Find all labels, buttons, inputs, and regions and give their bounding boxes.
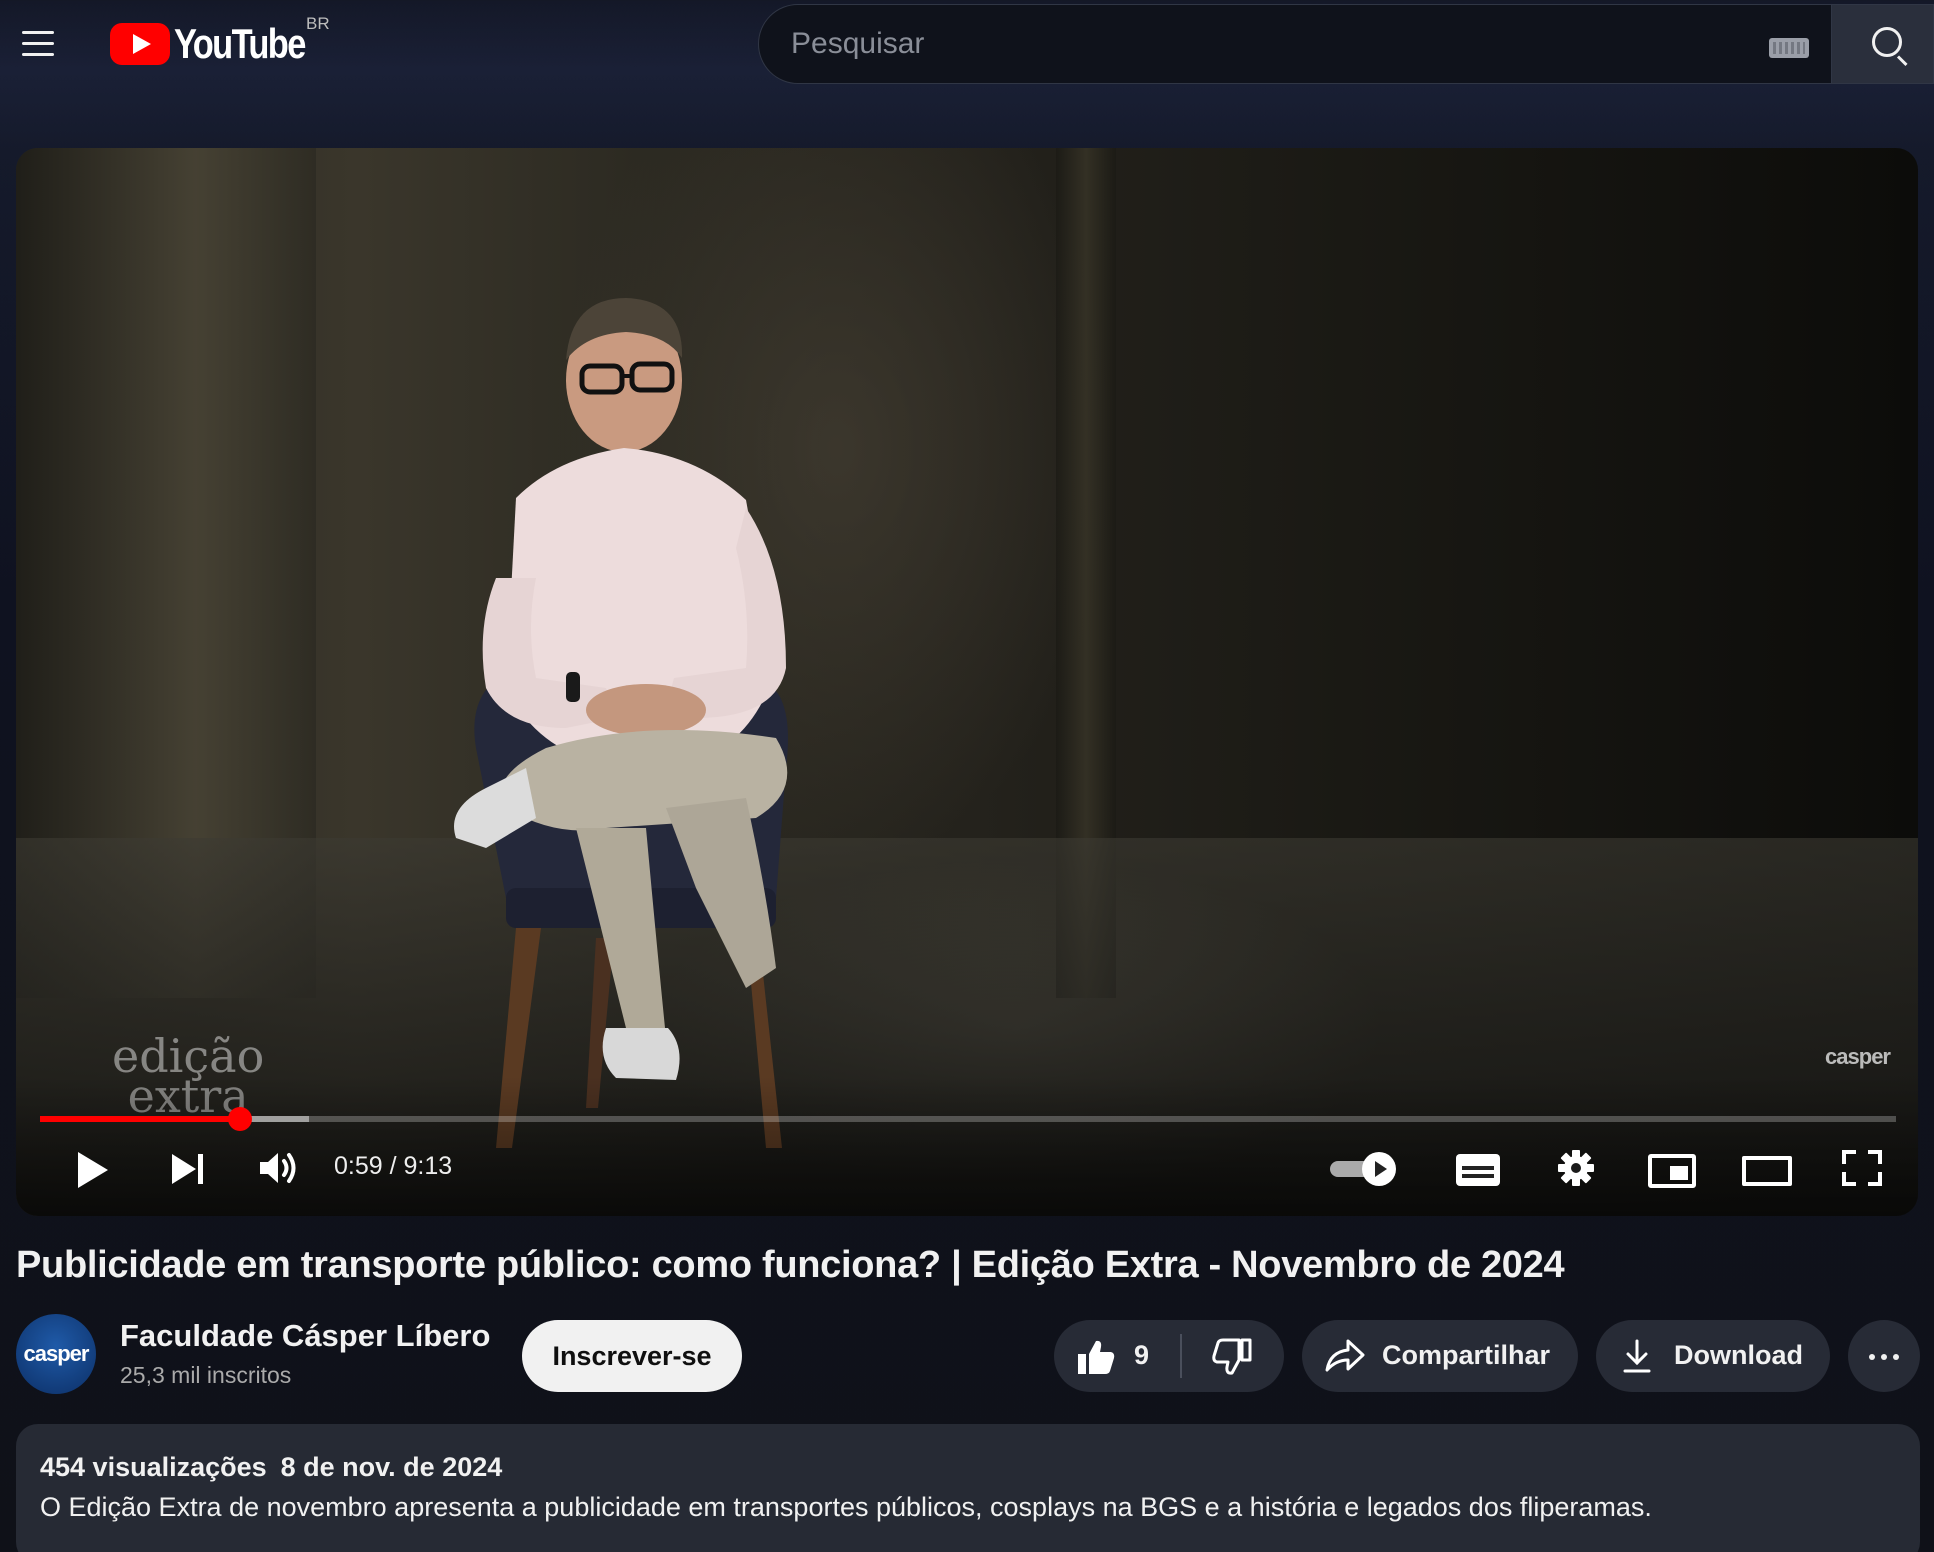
like-dislike-group: 9 — [1054, 1320, 1284, 1392]
description-meta: 454 visualizações 8 de nov. de 2024 — [40, 1452, 502, 1483]
description-box[interactable]: 454 visualizações 8 de nov. de 2024 O Edi… — [16, 1424, 1920, 1552]
upload-date: 8 de nov. de 2024 — [280, 1452, 503, 1482]
view-count: 454 visualizações — [40, 1452, 267, 1482]
like-button[interactable]: 9 — [1054, 1320, 1180, 1392]
logo-text: YouTube — [174, 20, 306, 67]
download-button[interactable]: Download — [1596, 1320, 1830, 1392]
region-code: BR — [306, 14, 330, 33]
download-label: Download — [1674, 1340, 1803, 1370]
fullscreen-icon[interactable] — [1838, 1140, 1886, 1196]
youtube-play-logo-icon — [110, 23, 170, 65]
channel-name[interactable]: Faculdade Cásper Líbero — [120, 1318, 490, 1354]
progress-scrubber-handle[interactable] — [228, 1107, 253, 1131]
dislike-button[interactable] — [1182, 1320, 1284, 1392]
subtitles-icon[interactable] — [1452, 1140, 1504, 1196]
search-input[interactable] — [791, 5, 1691, 83]
description-text: O Edição Extra de novembro apresenta a p… — [40, 1492, 1652, 1522]
theater-mode-icon[interactable] — [1738, 1140, 1794, 1196]
settings-gear-icon[interactable] — [1550, 1140, 1602, 1196]
thumbs-up-icon — [1078, 1340, 1115, 1374]
volume-icon[interactable] — [252, 1140, 308, 1196]
channel-avatar[interactable]: casper — [16, 1314, 96, 1394]
top-bar: YouTube BR — [0, 0, 1934, 92]
youtube-logo[interactable]: YouTube — [110, 20, 333, 67]
like-count: 9 — [1134, 1340, 1150, 1370]
next-video-icon[interactable] — [162, 1140, 212, 1196]
subscribe-button[interactable]: Inscrever-se — [522, 1320, 742, 1392]
progress-played — [40, 1116, 241, 1122]
autoplay-play-icon — [1362, 1152, 1396, 1186]
video-frame-person — [454, 298, 788, 1148]
keyboard-icon[interactable] — [1769, 38, 1809, 58]
more-actions-icon[interactable] — [1848, 1320, 1920, 1392]
time-display: 0:59 / 9:13 — [334, 1152, 453, 1180]
miniplayer-icon[interactable] — [1644, 1140, 1700, 1196]
progress-bar[interactable] — [40, 1107, 1896, 1131]
download-icon — [1623, 1339, 1651, 1373]
autoplay-toggle[interactable] — [1326, 1140, 1404, 1196]
share-arrow-icon — [1325, 1339, 1365, 1372]
thumbs-down-icon — [1212, 1338, 1252, 1375]
share-button[interactable]: Compartilhar — [1302, 1320, 1578, 1392]
hamburger-menu-icon[interactable] — [18, 26, 58, 62]
avatar-text: casper — [23, 1341, 90, 1366]
search-icon — [1872, 27, 1902, 57]
video-title: Publicidade em transporte público: como … — [16, 1244, 1565, 1286]
share-label: Compartilhar — [1382, 1340, 1551, 1370]
search-button[interactable] — [1832, 4, 1934, 84]
subscriber-count: 25,3 mil inscritos — [120, 1362, 292, 1388]
play-button-icon[interactable] — [68, 1140, 118, 1196]
channel-watermark: casper — [1825, 1044, 1891, 1069]
video-player[interactable]: ediçãoextra casper 0:59 / 9:13 — [16, 148, 1918, 1216]
search-box — [758, 4, 1832, 84]
